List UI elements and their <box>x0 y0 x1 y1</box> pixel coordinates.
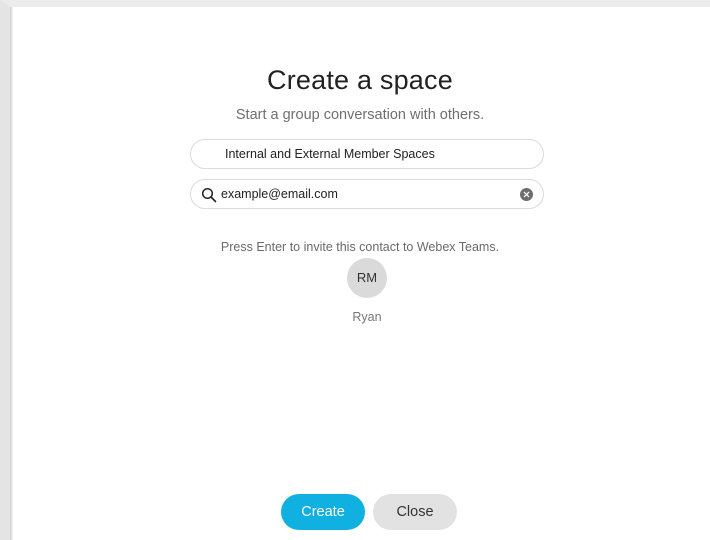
close-button[interactable]: Close <box>373 494 457 530</box>
clear-icon[interactable] <box>520 188 533 201</box>
create-button[interactable]: Create <box>281 494 365 530</box>
search-input[interactable] <box>221 180 509 208</box>
contact-name: Ryan <box>352 310 382 324</box>
contact-suggestion[interactable]: RM Ryan <box>347 258 387 324</box>
space-name-input[interactable] <box>225 140 529 168</box>
search-field[interactable] <box>190 179 544 209</box>
create-space-dialog: Create a space Start a group conversatio… <box>10 7 710 540</box>
invite-hint: Press Enter to invite this contact to We… <box>220 240 500 254</box>
space-name-field[interactable] <box>190 139 544 169</box>
search-icon <box>201 187 217 203</box>
avatar: RM <box>347 258 387 298</box>
dialog-title: Create a space <box>267 65 453 95</box>
dialog-subtitle: Start a group conversation with others. <box>235 107 485 123</box>
